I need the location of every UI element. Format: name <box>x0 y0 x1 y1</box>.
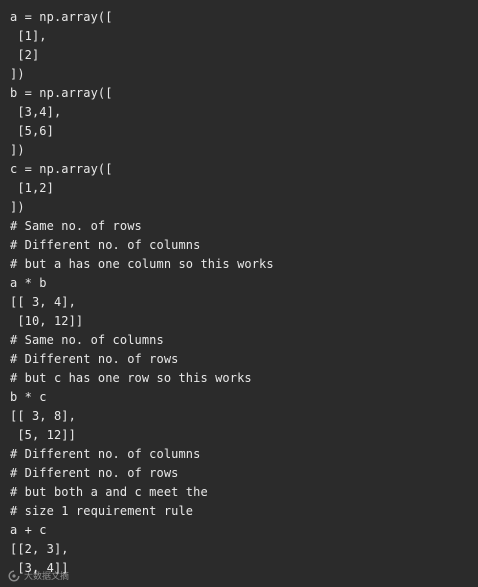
code-line: [1], <box>10 29 47 43</box>
code-line: a * b <box>10 276 47 290</box>
code-comment: # Different no. of columns <box>10 447 201 461</box>
watermark: 大数据文摘 <box>8 569 69 582</box>
code-line: c = np.array([ <box>10 162 113 176</box>
watermark-text: 大数据文摘 <box>24 572 70 582</box>
code-comment: # but c has one row so this works <box>10 371 252 385</box>
code-line: ]) <box>10 200 25 214</box>
code-comment: # but a has one column so this works <box>10 257 274 271</box>
code-comment: # Same no. of columns <box>10 333 164 347</box>
code-output: [3, 4]] <box>10 561 69 575</box>
code-line: b = np.array([ <box>10 86 113 100</box>
code-comment: # Same no. of rows <box>10 219 142 233</box>
code-block: a = np.array([ [1], [2]]) b = np.array([ … <box>0 0 478 587</box>
code-output: [[ 3, 4], <box>10 295 76 309</box>
code-comment: # size 1 requirement rule <box>10 504 194 518</box>
code-comment: # but both a and c meet the <box>10 485 208 499</box>
code-line: [3,4], <box>10 105 62 119</box>
code-output: [5, 12]] <box>10 428 76 442</box>
code-line: [5,6] <box>10 124 54 138</box>
code-line: ]) <box>10 67 25 81</box>
code-comment: # Different no. of columns <box>10 238 201 252</box>
watermark-logo-icon <box>8 570 20 581</box>
code-line: a = np.array([ <box>10 10 113 24</box>
code-line: [2] <box>10 48 40 62</box>
code-line: a + c <box>10 523 47 537</box>
code-line: ]) <box>10 143 25 157</box>
code-line: [1,2] <box>10 181 54 195</box>
code-output: [[2, 3], <box>10 542 69 556</box>
code-output: [10, 12]] <box>10 314 84 328</box>
code-comment: # Different no. of rows <box>10 352 179 366</box>
code-line: b * c <box>10 390 47 404</box>
code-output: [[ 3, 8], <box>10 409 76 423</box>
code-comment: # Different no. of rows <box>10 466 179 480</box>
